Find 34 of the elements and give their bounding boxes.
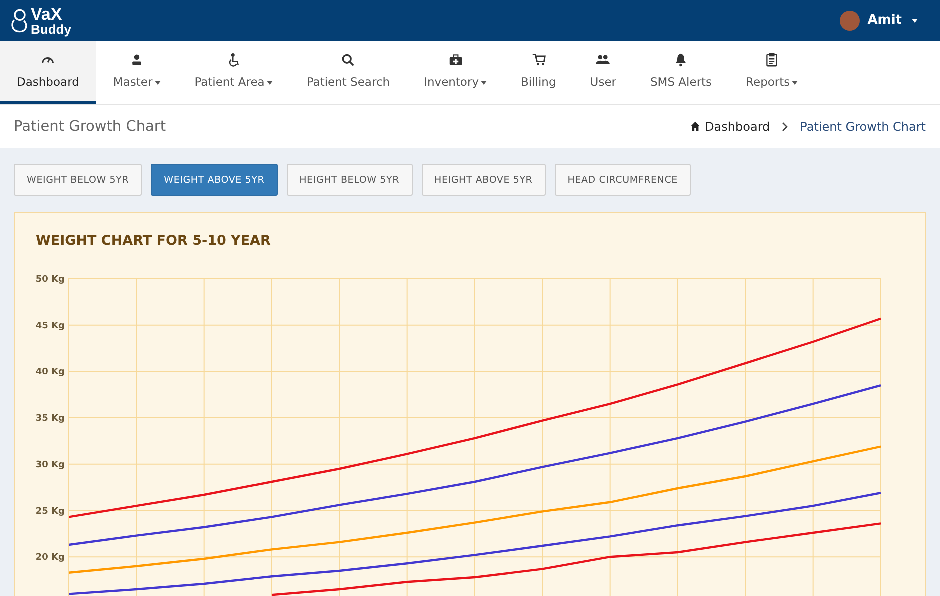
medical-kit-icon <box>448 53 463 67</box>
caret-icon <box>912 18 918 22</box>
person-icon <box>130 53 144 67</box>
nav-tab[interactable]: Dashboard <box>0 41 96 104</box>
chart-tab[interactable]: HEIGHT BELOW 5YR <box>286 164 412 196</box>
user-menu[interactable]: Amit <box>840 10 918 30</box>
clipboard-icon <box>765 53 780 67</box>
home-icon <box>690 121 702 132</box>
chart-tab[interactable]: HEAD CIRCUMFRENCE <box>554 164 691 196</box>
logo-text: Buddy <box>31 22 72 36</box>
cart-icon <box>532 53 546 67</box>
logo-text: VaX <box>31 6 64 22</box>
y-axis-label: 25 Kg <box>36 506 65 517</box>
y-axis-label: 45 Kg <box>36 321 65 332</box>
users-icon <box>596 53 610 67</box>
avatar <box>840 10 860 30</box>
chart-title: WEIGHT CHART FOR 5-10 YEAR <box>36 233 272 251</box>
logo[interactable]: VaX Buddy <box>10 6 72 36</box>
chart-tab[interactable]: WEIGHT ABOVE 5YR <box>151 164 278 196</box>
chart-tab[interactable]: WEIGHT BELOW 5YR <box>14 164 142 196</box>
baby-logo-icon <box>10 8 30 34</box>
breadcrumb-link[interactable]: Dashboard <box>690 120 770 134</box>
search-icon <box>341 53 356 67</box>
breadcrumb-separator-icon <box>782 122 788 132</box>
y-axis-label: 35 Kg <box>36 414 65 424</box>
bell-icon <box>674 53 688 67</box>
breadcrumb-link[interactable]: Patient Growth Chart <box>800 120 926 134</box>
y-axis-label: 50 Kg <box>36 275 65 285</box>
page-title: Patient Growth Chart <box>14 118 166 134</box>
wheelchair-icon <box>226 53 241 67</box>
y-axis-label: 40 Kg <box>36 368 65 378</box>
chart-tab[interactable]: HEIGHT ABOVE 5YR <box>422 164 546 196</box>
y-axis-label: 30 Kg <box>36 460 65 470</box>
y-axis-label: 20 Kg <box>36 553 65 564</box>
